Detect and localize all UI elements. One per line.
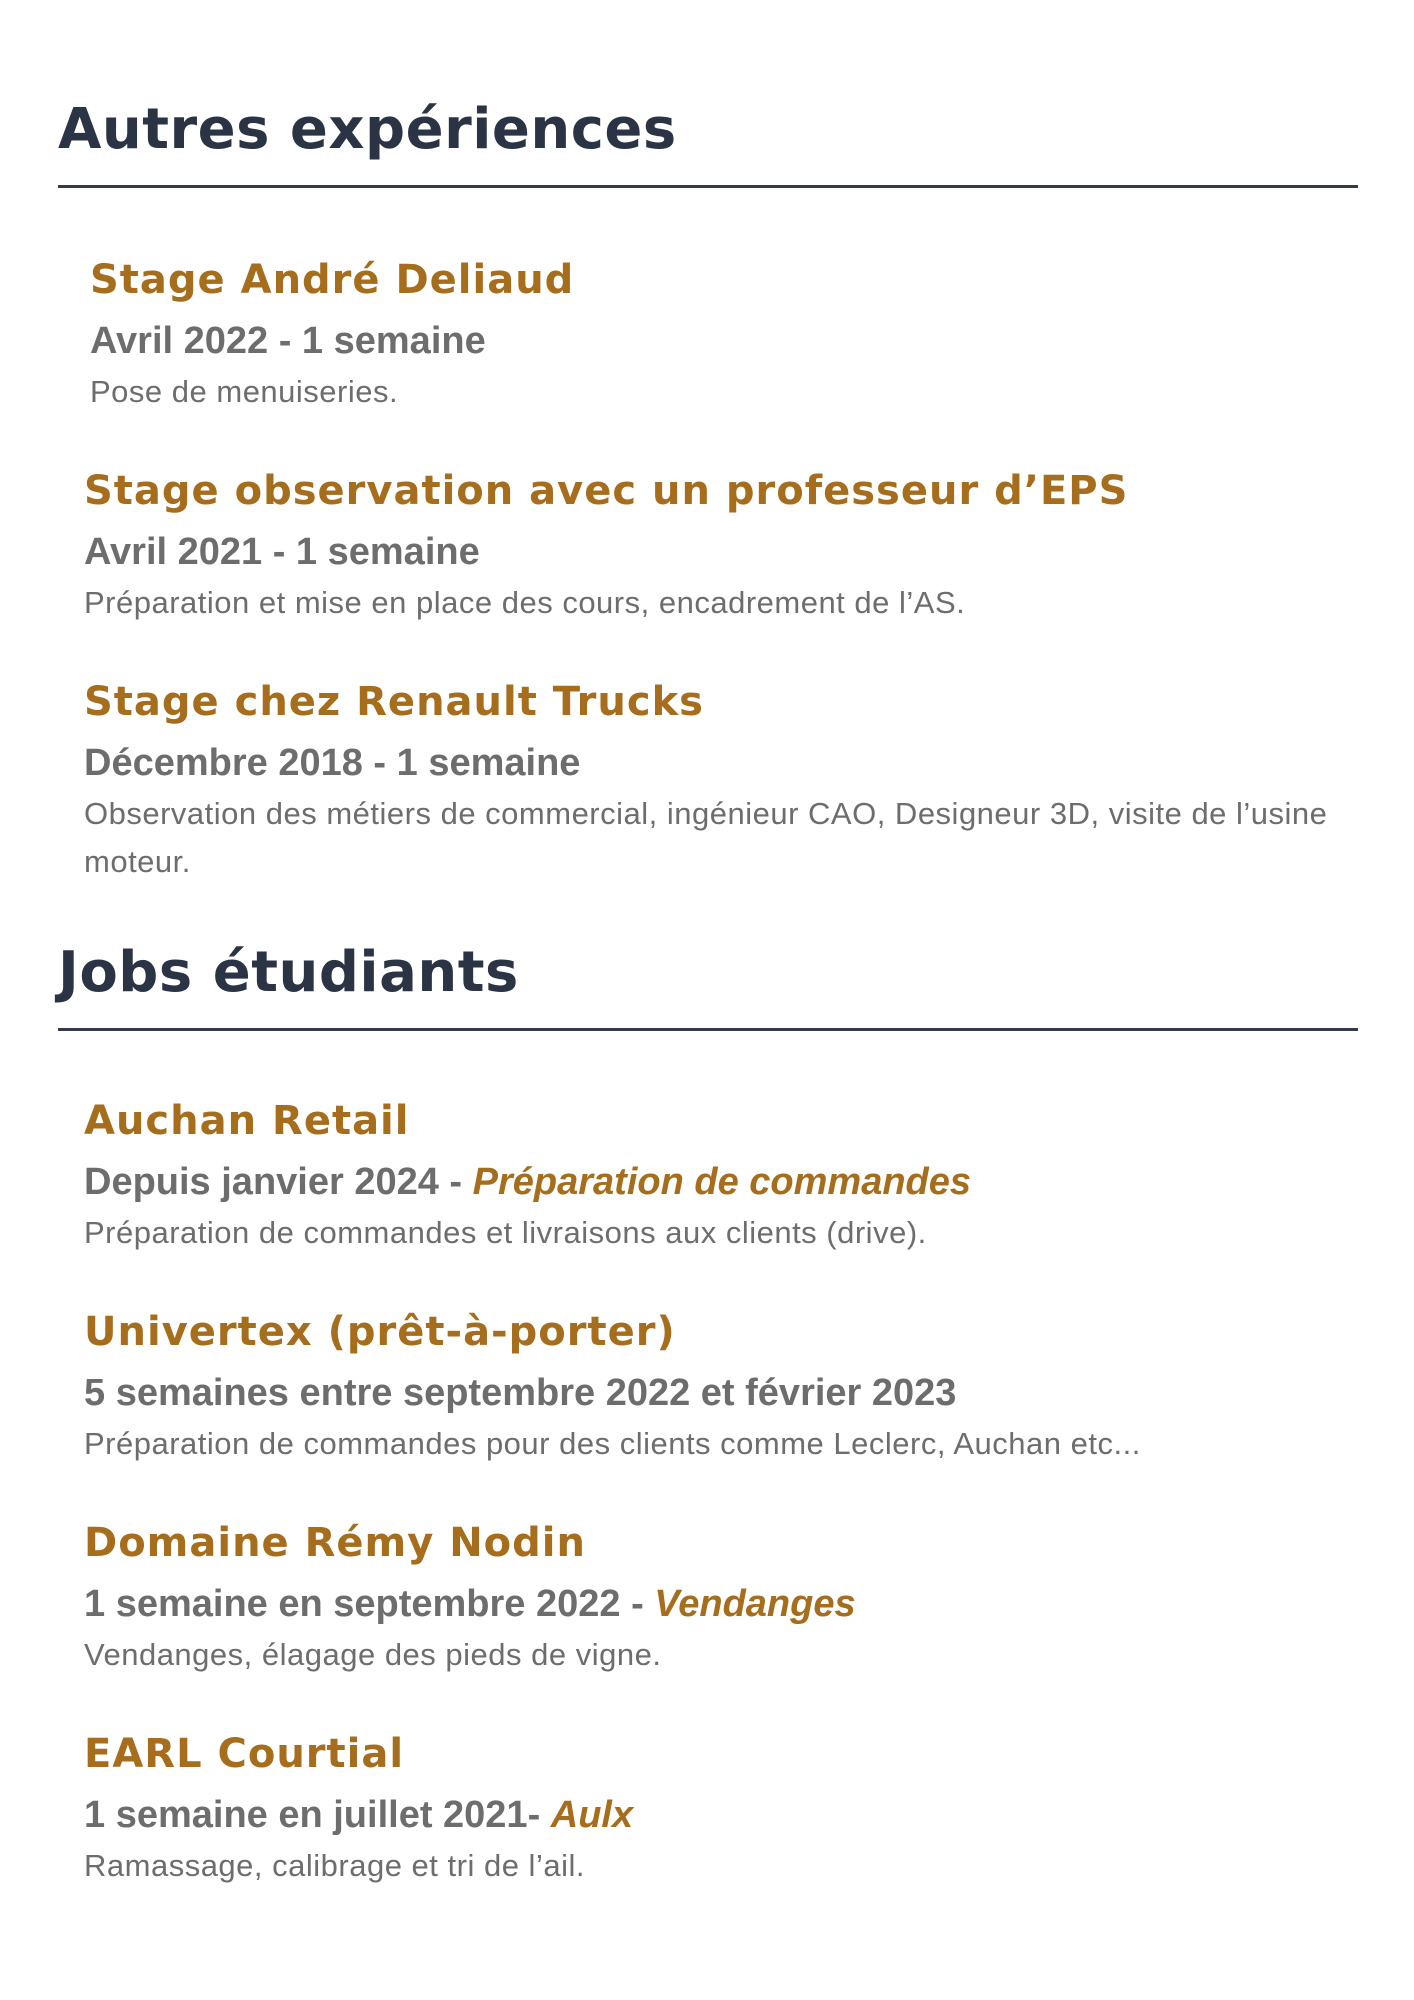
job-entry: EARL Courtial 1 semaine en juillet 2021-… (84, 1730, 1374, 1890)
experience-entry: Stage observation avec un professeur d’E… (84, 467, 1374, 627)
entry-description: Pose de menuiseries. (90, 374, 399, 409)
entry-dates: Depuis janvier 2024 - Préparation de com… (84, 1159, 1374, 1205)
entry-title: Stage observation avec un professeur d’E… (84, 468, 1129, 514)
entry-role: Vendanges (654, 1583, 856, 1625)
entry-dates: 5 semaines entre septembre 2022 et févri… (84, 1372, 957, 1414)
entry-title: Auchan Retail (84, 1098, 410, 1144)
entry-description: Préparation de commandes pour des client… (84, 1426, 1141, 1461)
entry-description: Préparation de commandes et livraisons a… (84, 1215, 927, 1250)
entry-title: Univertex (prêt-à-porter) (84, 1309, 676, 1355)
entry-description: Ramassage, calibrage et tri de l’ail. (84, 1848, 585, 1883)
job-entry: Domaine Rémy Nodin 1 semaine en septembr… (84, 1519, 1374, 1679)
entry-dates-text: Depuis janvier 2024 - (84, 1161, 473, 1203)
section-title-jobs-etudiants: Jobs étudiants (58, 940, 519, 1005)
entry-dates-text: 1 semaine en juillet 2021- (84, 1794, 551, 1836)
entry-description: Vendanges, élagage des pieds de vigne. (84, 1637, 662, 1672)
experience-entry: Stage André Deliaud Avril 2022 - 1 semai… (90, 256, 1380, 416)
entry-title: Stage André Deliaud (90, 257, 575, 303)
entry-role: Préparation de commandes (472, 1161, 972, 1203)
entry-title: Domaine Rémy Nodin (84, 1520, 586, 1566)
entry-dates: 1 semaine en juillet 2021- Aulx (84, 1792, 1374, 1838)
section-divider (58, 1028, 1358, 1031)
entry-title: EARL Courtial (84, 1731, 405, 1777)
section-title-autres-experiences: Autres expériences (58, 97, 677, 162)
entry-dates-text: 1 semaine en septembre 2022 - (84, 1583, 655, 1625)
entry-dates: Décembre 2018 - 1 semaine (84, 742, 581, 784)
entry-dates: Avril 2021 - 1 semaine (84, 531, 480, 573)
job-entry: Univertex (prêt-à-porter) 5 semaines ent… (84, 1308, 1374, 1468)
entry-dates: 1 semaine en septembre 2022 - Vendanges (84, 1581, 1374, 1627)
entry-role: Aulx (550, 1794, 634, 1836)
entry-description: Préparation et mise en place des cours, … (84, 585, 966, 620)
entry-title: Stage chez Renault Trucks (84, 679, 704, 725)
experience-entry: Stage chez Renault Trucks Décembre 2018 … (84, 678, 1374, 886)
section-divider (58, 185, 1358, 188)
job-entry: Auchan Retail Depuis janvier 2024 - Prép… (84, 1097, 1374, 1257)
entry-description: Observation des métiers de commercial, i… (84, 796, 1328, 879)
entry-dates: Avril 2022 - 1 semaine (90, 320, 486, 362)
